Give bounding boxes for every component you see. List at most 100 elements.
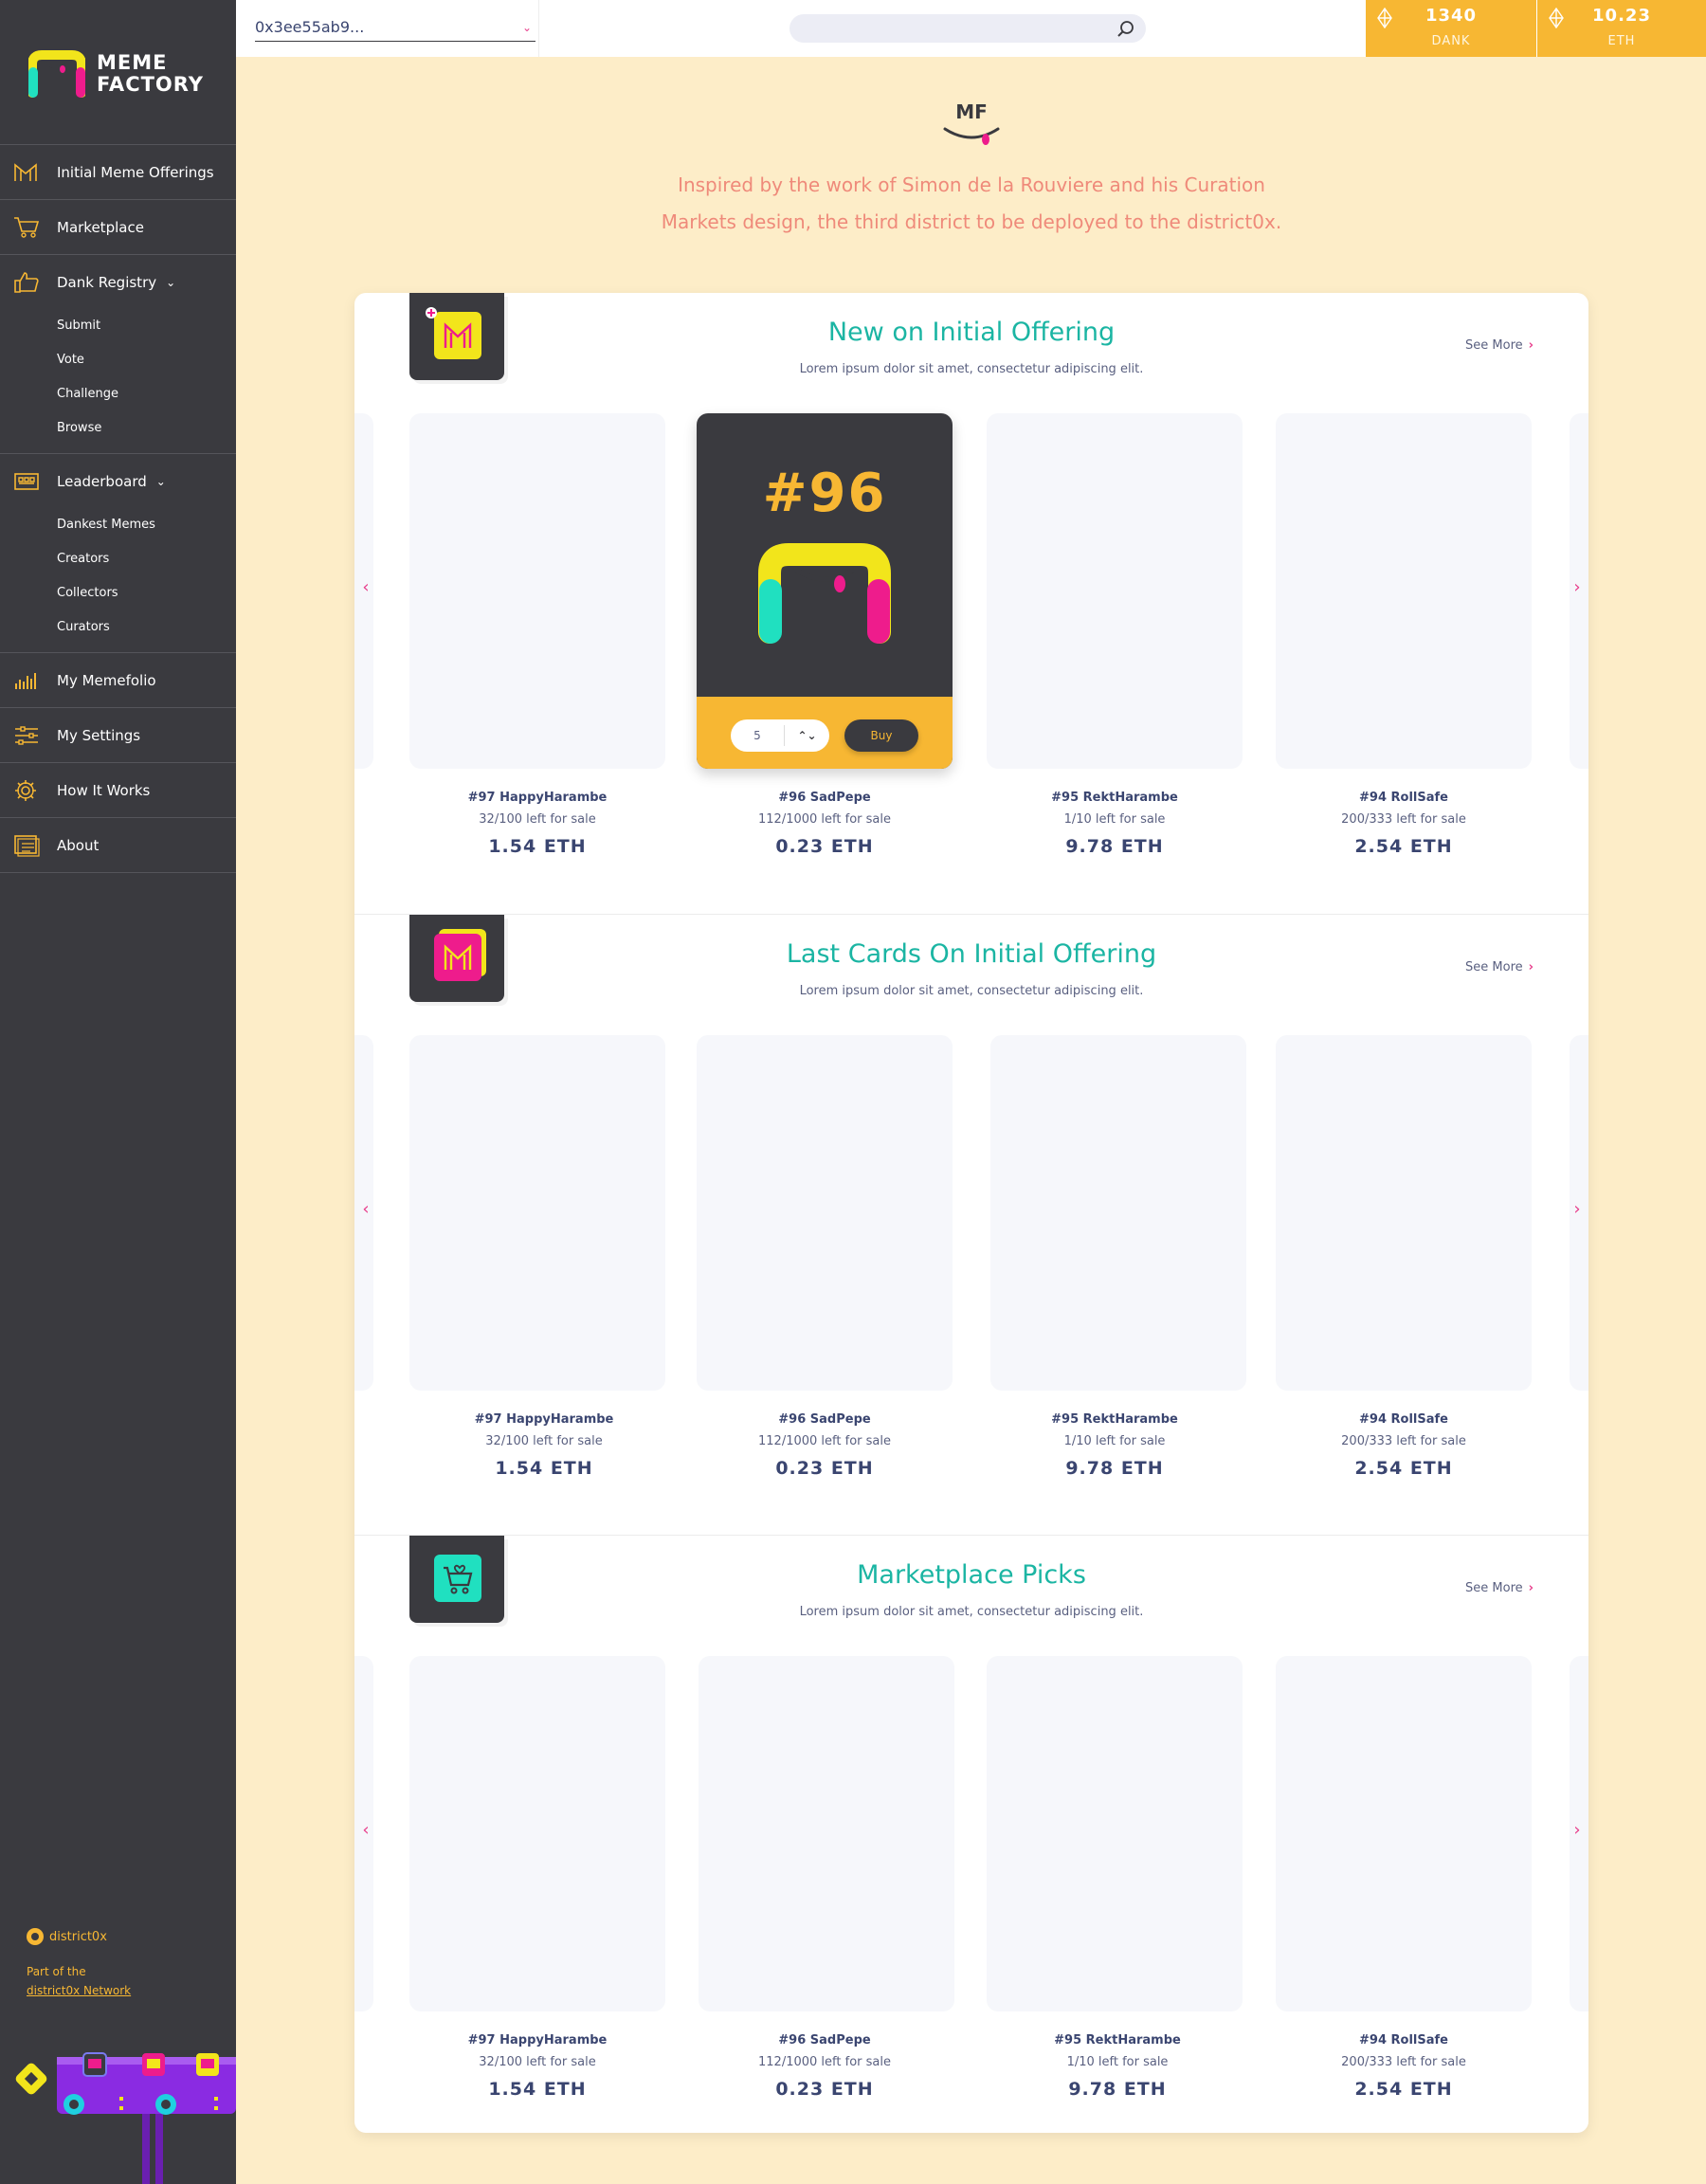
sidebar-item-my-settings[interactable]: My Settings [0, 708, 236, 762]
submenu-item-curators[interactable]: Curators [57, 610, 236, 645]
card-name[interactable]: #96 SadPepe [697, 1412, 953, 1427]
quantity-value[interactable]: 5 [731, 729, 784, 742]
district0x-brand[interactable]: district0x [27, 1928, 216, 1945]
district0x-network-link[interactable]: district0x Network [27, 1981, 216, 2000]
sidebar-item-dank-registry[interactable]: Dank Registry ⌄ [0, 255, 236, 309]
meme-card[interactable] [409, 1035, 665, 1391]
meme-card[interactable] [699, 1656, 954, 2011]
carousel-prev-button[interactable]: ‹ [356, 1199, 375, 1219]
top-bar: 0x3ee55ab9... ⌄ 1340 DANK 10.23 ETH [236, 0, 1706, 57]
submenu-item-creators[interactable]: Creators [57, 542, 236, 576]
dank-balance[interactable]: 1340 DANK [1366, 0, 1536, 57]
meme-card[interactable] [409, 413, 665, 769]
card-meta: #96 SadPepe 112/1000 left for sale 0.23 … [697, 1412, 953, 1479]
search-input[interactable] [789, 14, 1146, 43]
card-meta: #96 SadPepe 112/1000 left for sale 0.23 … [697, 791, 953, 857]
meme-card-featured[interactable]: #96 5 ⌃⌄ Buy [697, 413, 953, 769]
sidebar-item-leaderboard[interactable]: Leaderboard ⌄ [0, 454, 236, 508]
section-last-cards-on-initial-offering: Last Cards On Initial Offering Lorem ips… [354, 914, 1588, 1535]
district0x-footer: district0x Part of the district0x Networ… [27, 1928, 216, 2000]
stepper-arrows-icon[interactable]: ⌃⌄ [785, 729, 829, 742]
submenu-item-vote[interactable]: Vote [57, 343, 236, 377]
meme-card[interactable] [1276, 413, 1532, 769]
card-name[interactable]: #94 RollSafe [1276, 791, 1532, 805]
card-price: 2.54 ETH [1354, 1458, 1453, 1479]
carousel-prev-button[interactable]: ‹ [356, 577, 375, 597]
card-availability: 200/333 left for sale [1341, 1434, 1466, 1448]
card-name[interactable]: #94 RollSafe [1276, 1412, 1532, 1427]
account-selector[interactable]: 0x3ee55ab9... ⌄ [255, 13, 535, 42]
carousel-next-button[interactable]: › [1568, 577, 1587, 597]
logo-text: MEME FACTORY [97, 52, 204, 96]
nav-divider [0, 872, 236, 873]
carousel-next-button[interactable]: › [1568, 1199, 1587, 1219]
sidebar-item-marketplace[interactable]: Marketplace [0, 200, 236, 254]
submenu-item-dankest-memes[interactable]: Dankest Memes [57, 508, 236, 542]
submenu-item-browse[interactable]: Browse [57, 411, 236, 446]
card-name[interactable]: #95 RektHarambe [989, 2033, 1245, 2048]
carousel-next-button[interactable]: › [1568, 1820, 1587, 1840]
sidebar-item-initial-meme-offerings[interactable]: Initial Meme Offerings [0, 145, 236, 199]
card-meta: #95 RektHarambe 1/10 left for sale 9.78 … [987, 1412, 1243, 1479]
card-price: 0.23 ETH [775, 836, 874, 857]
sidebar-item-my-memefolio[interactable]: My Memefolio [0, 653, 236, 707]
leaderboard-submenu: Dankest Memes Creators Collectors Curato… [0, 508, 236, 652]
card-name[interactable]: #94 RollSafe [1276, 2033, 1532, 2048]
card-name[interactable]: #97 HappyHarambe [409, 2033, 665, 2048]
hero-description: Inspired by the work of Simon de la Rouv… [607, 167, 1336, 241]
see-more-link[interactable]: See More › [1465, 338, 1534, 353]
section-badge [409, 1536, 504, 1623]
sidebar-item-label: My Settings [57, 726, 141, 744]
search-icon[interactable] [1116, 18, 1136, 39]
hero-mf-logo: MF [939, 99, 1004, 154]
card-price: 1.54 ETH [495, 1458, 593, 1479]
section-badge [409, 915, 504, 1002]
submenu-item-challenge[interactable]: Challenge [57, 377, 236, 411]
see-more-link[interactable]: See More › [1465, 1581, 1534, 1595]
meme-card[interactable] [1276, 1656, 1532, 2011]
part-of-text: Part of the [27, 1965, 86, 1978]
chevron-right-icon: › [1528, 1581, 1534, 1595]
card-name[interactable]: #96 SadPepe [697, 791, 953, 805]
card-name[interactable]: #95 RektHarambe [987, 1412, 1243, 1427]
card-price: 0.23 ETH [775, 2079, 874, 2100]
carousel-prev-button[interactable]: ‹ [356, 1820, 375, 1840]
card-name[interactable]: #97 HappyHarambe [416, 1412, 672, 1427]
card-meta: #96 SadPepe 112/1000 left for sale 0.23 … [697, 2033, 953, 2100]
card-meta: #97 HappyHarambe 32/100 left for sale 1.… [409, 791, 665, 857]
eth-balance[interactable]: 10.23 ETH [1537, 0, 1706, 57]
meme-card[interactable] [1276, 1035, 1532, 1391]
see-more-link[interactable]: See More › [1465, 960, 1534, 974]
card-meta: #95 RektHarambe 1/10 left for sale 9.78 … [987, 791, 1243, 857]
sidebar-item-label: My Memefolio [57, 671, 156, 689]
meme-m-icon [13, 160, 44, 185]
card-price: 2.54 ETH [1354, 2079, 1453, 2100]
see-more-label: See More [1465, 338, 1523, 353]
submenu-item-collectors[interactable]: Collectors [57, 576, 236, 610]
card-name[interactable]: #97 HappyHarambe [409, 791, 665, 805]
meme-card[interactable] [990, 1035, 1246, 1391]
meme-factory-logo[interactable]: MEME FACTORY [28, 49, 218, 99]
marketplace-cart-icon [434, 1555, 481, 1602]
quantity-stepper[interactable]: 5 ⌃⌄ [731, 719, 829, 752]
sidebar-nav: Initial Meme Offerings Marketplace Dank … [0, 144, 236, 873]
meme-card[interactable] [409, 1656, 665, 2011]
meme-card[interactable] [987, 413, 1243, 769]
buy-button[interactable]: Buy [844, 719, 918, 752]
card-meta: #95 RektHarambe 1/10 left for sale 9.78 … [989, 2033, 1245, 2100]
submenu-item-submit[interactable]: Submit [57, 309, 236, 343]
section-subtitle: Lorem ipsum dolor sit amet, consectetur … [799, 984, 1144, 998]
sidebar-item-how-it-works[interactable]: How It Works [0, 763, 236, 817]
document-icon [13, 833, 44, 858]
district0x-brand-label: district0x [49, 1929, 107, 1944]
card-name[interactable]: #96 SadPepe [697, 2033, 953, 2048]
bar-chart-icon [13, 668, 44, 693]
meme-card[interactable] [987, 1656, 1243, 2011]
sidebar-item-about[interactable]: About [0, 818, 236, 872]
chevron-right-icon: › [1528, 338, 1534, 353]
eth-balance-amount: 10.23 [1592, 6, 1651, 26]
meme-card[interactable] [697, 1035, 953, 1391]
cart-icon [13, 215, 44, 240]
section-title: Last Cards On Initial Offering [786, 939, 1157, 969]
card-name[interactable]: #95 RektHarambe [987, 791, 1243, 805]
